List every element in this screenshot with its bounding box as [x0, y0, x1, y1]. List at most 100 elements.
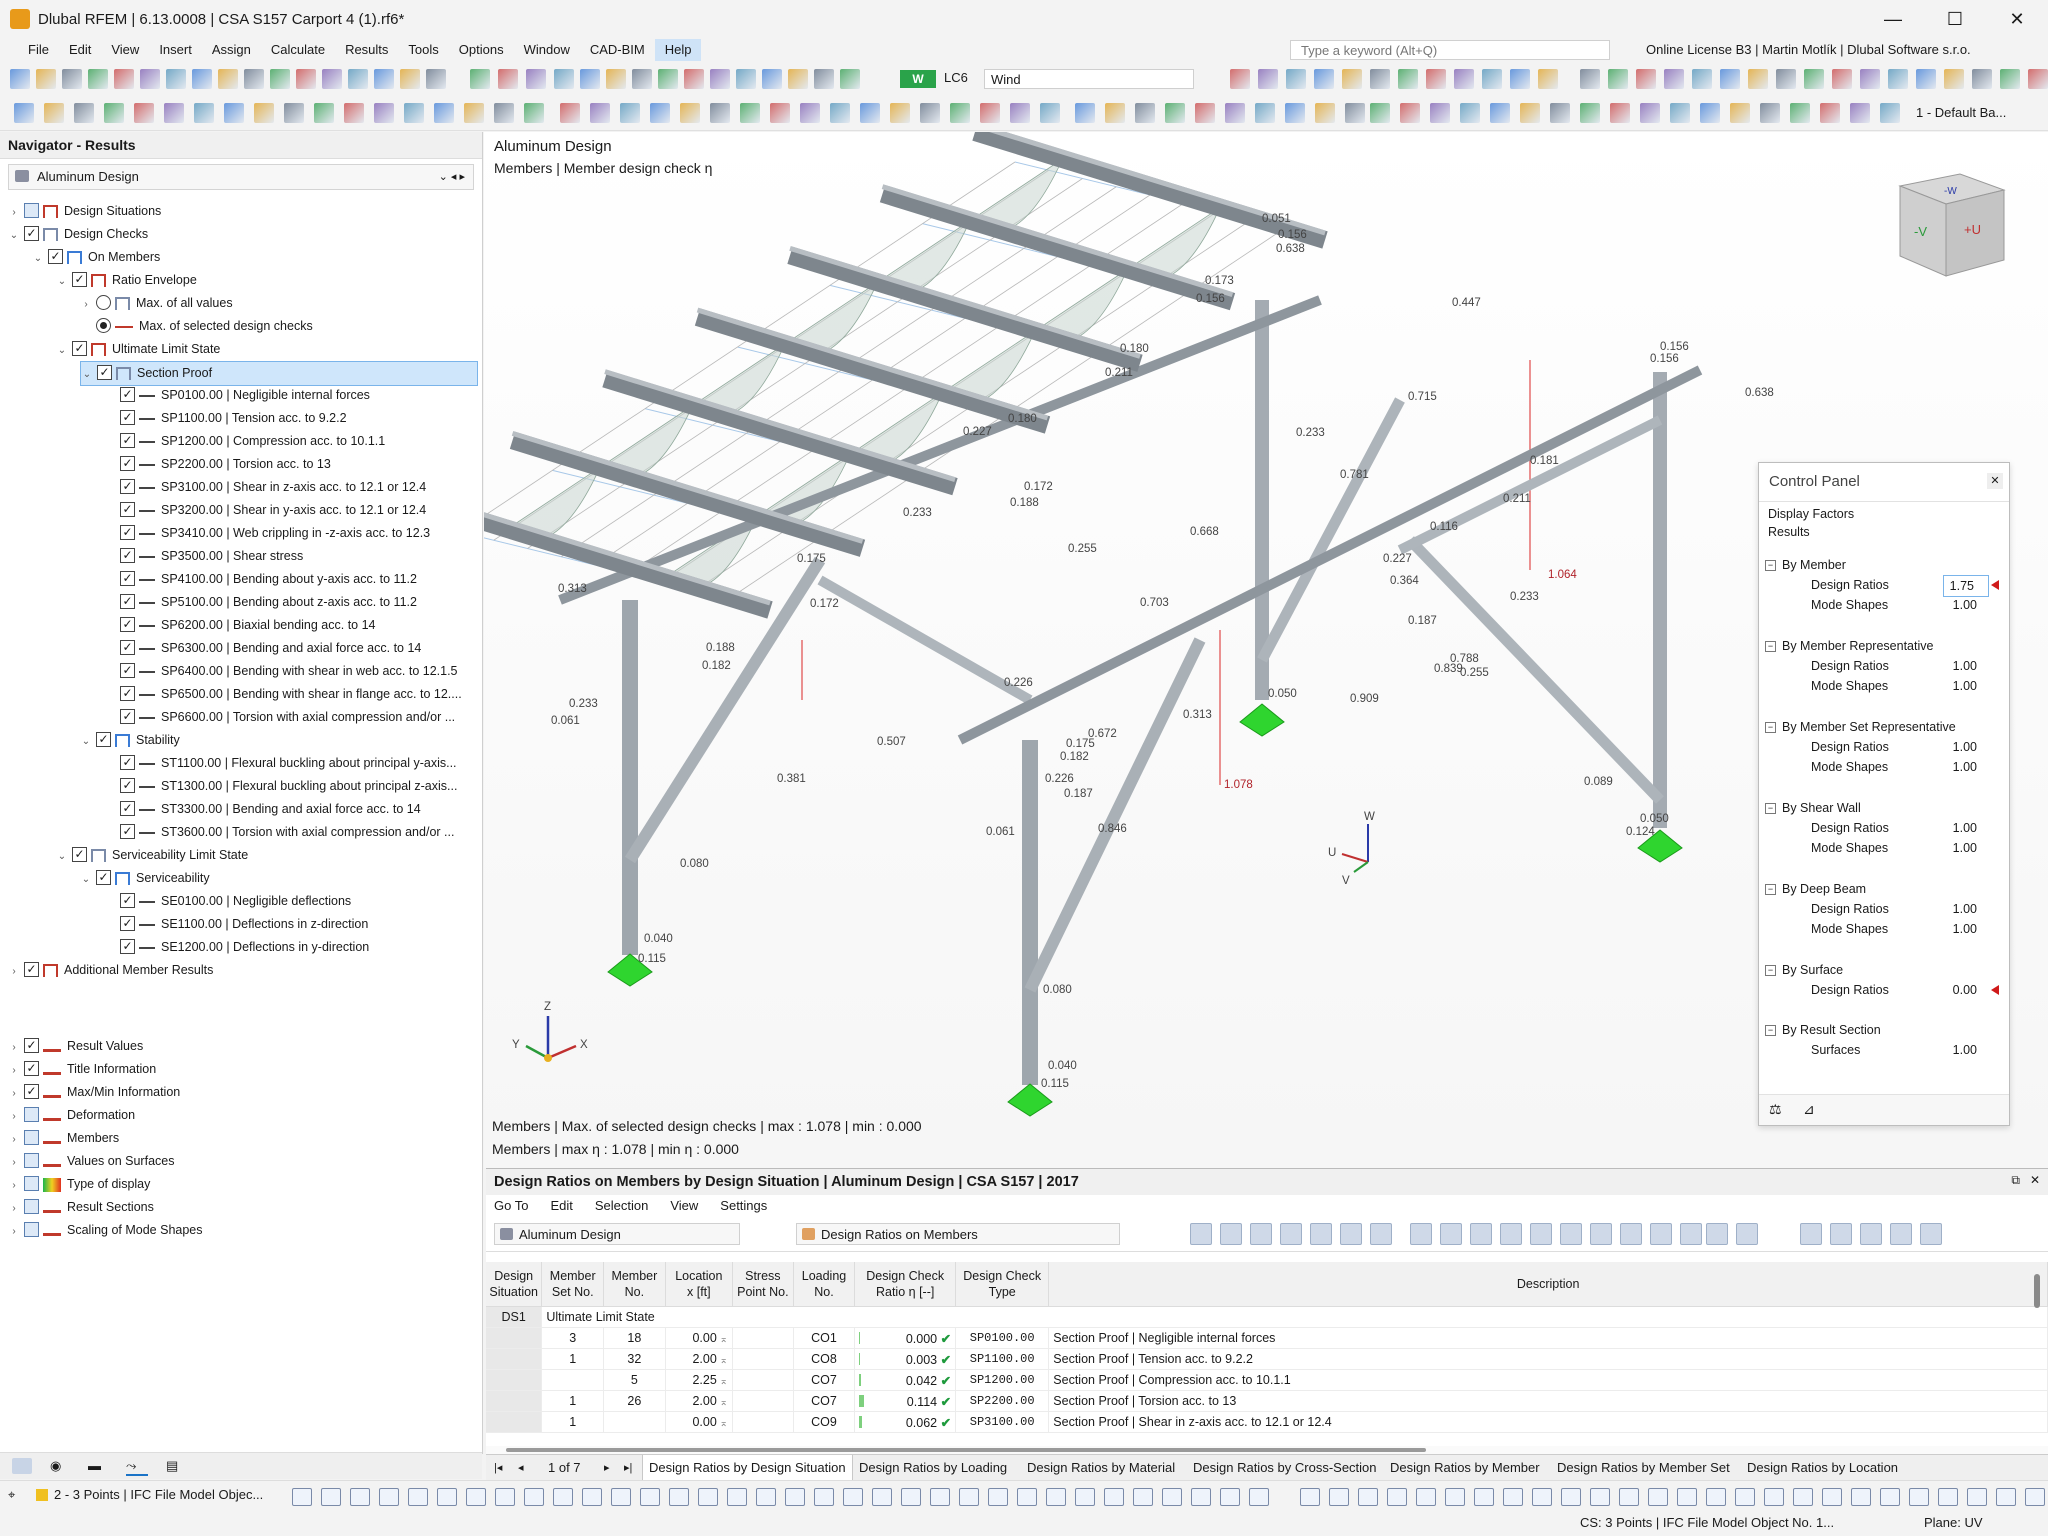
toolbar-tool-icon[interactable]: [1135, 103, 1155, 123]
data-tab-icon[interactable]: [12, 1458, 32, 1474]
collapse-icon[interactable]: −: [1765, 641, 1776, 652]
tree-item[interactable]: SE1100.00 | Deflections in z-direction: [104, 913, 476, 936]
toolbar-tool-icon[interactable]: [114, 69, 134, 89]
toolbar-tool-icon[interactable]: [1400, 103, 1420, 123]
table-row[interactable]: 52.25 ⌅CO70.042 ✔SP1200.00Section Proof …: [486, 1370, 2048, 1391]
toolbar-tool-icon[interactable]: [1748, 69, 1768, 89]
close-icon[interactable]: ✕: [2030, 1173, 2040, 1187]
cp-section[interactable]: −By Member Representative: [1765, 636, 2001, 656]
last-page-icon[interactable]: ▸|: [624, 1461, 632, 1474]
tree-item[interactable]: SP6300.00 | Bending and axial force acc.…: [104, 637, 476, 660]
table-tool-icon[interactable]: [1860, 1223, 1882, 1245]
display-tree-item[interactable]: ›Type of display: [8, 1173, 476, 1196]
toolbar-tool-icon[interactable]: [684, 69, 704, 89]
checkbox[interactable]: [120, 548, 135, 563]
toolbar-tool-icon[interactable]: [244, 69, 264, 89]
tree-item[interactable]: SE1200.00 | Deflections in y-direction: [104, 936, 476, 959]
toolbar-tool-icon[interactable]: [1454, 69, 1474, 89]
menu-window[interactable]: Window: [514, 39, 580, 61]
res-menu-selection[interactable]: Selection: [595, 1195, 648, 1217]
snap-tool-icon[interactable]: [988, 1488, 1008, 1506]
toolbar-tool-icon[interactable]: [840, 69, 860, 89]
snap-tool-icon[interactable]: [872, 1488, 892, 1506]
toolbar-tool-icon[interactable]: [762, 69, 782, 89]
toolbar-tool-icon[interactable]: [736, 69, 756, 89]
expand-right-icon[interactable]: ›: [8, 1036, 20, 1058]
cp-section[interactable]: −By Surface: [1765, 960, 2001, 980]
snap-tool-icon[interactable]: [1996, 1488, 2016, 1506]
snap-tool-icon[interactable]: [1329, 1488, 1349, 1506]
snap-tool-icon[interactable]: [756, 1488, 776, 1506]
toolbar-tool-icon[interactable]: [1640, 103, 1660, 123]
table-tool-icon[interactable]: [1530, 1223, 1552, 1245]
checkbox[interactable]: [48, 249, 63, 264]
tree-item[interactable]: SP3500.00 | Shear stress: [104, 545, 476, 568]
tree-item[interactable]: ⌄Ultimate Limit State: [56, 338, 476, 361]
results-tab[interactable]: Design Ratios by Design Situation: [642, 1455, 853, 1482]
view-select[interactable]: 1 - Default Ba...: [1916, 103, 2032, 123]
support-icon[interactable]: [1240, 704, 1284, 736]
snap-tool-icon[interactable]: [466, 1488, 486, 1506]
camera-icon[interactable]: ▬: [88, 1458, 108, 1474]
table-tool-icon[interactable]: [1830, 1223, 1852, 1245]
toolbar-tool-icon[interactable]: [770, 103, 790, 123]
tree-item[interactable]: SE0100.00 | Negligible deflections: [104, 890, 476, 913]
table-tool-icon[interactable]: [1620, 1223, 1642, 1245]
toolbar-tool-icon[interactable]: [590, 103, 610, 123]
toolbar-tool-icon[interactable]: [1880, 103, 1900, 123]
snap-tool-icon[interactable]: [1590, 1488, 1610, 1506]
display-tree-item[interactable]: ›Title Information: [8, 1058, 476, 1081]
toolbar-tool-icon[interactable]: [1944, 69, 1964, 89]
toolbar-tool-icon[interactable]: [890, 103, 910, 123]
table-row[interactable]: 1262.00 ⌅CO70.114 ✔SP2200.00Section Proo…: [486, 1391, 2048, 1412]
tree-item[interactable]: SP2200.00 | Torsion acc. to 13: [104, 453, 476, 476]
toolbar-tool-icon[interactable]: [1225, 103, 1245, 123]
toolbar-tool-icon[interactable]: [1370, 103, 1390, 123]
expand-right-icon[interactable]: ›: [8, 201, 20, 223]
expand-right-icon[interactable]: ›: [8, 1128, 20, 1150]
table-tool-icon[interactable]: [1470, 1223, 1492, 1245]
toolbar-tool-icon[interactable]: [254, 103, 274, 123]
toolbar-tool-icon[interactable]: [554, 69, 574, 89]
table-tool-icon[interactable]: [1190, 1223, 1212, 1245]
snap-tool-icon[interactable]: [408, 1488, 428, 1506]
table-tool-icon[interactable]: [1706, 1223, 1728, 1245]
snap-tool-icon[interactable]: [379, 1488, 399, 1506]
snap-tool-icon[interactable]: [1075, 1488, 1095, 1506]
toolbar-tool-icon[interactable]: [860, 103, 880, 123]
toolbar-tool-icon[interactable]: [1580, 69, 1600, 89]
toolbar-tool-icon[interactable]: [1720, 69, 1740, 89]
column-header[interactable]: Member No.: [604, 1262, 666, 1307]
display-tree-item[interactable]: ›Result Values: [8, 1035, 476, 1058]
expand-right-icon[interactable]: ›: [8, 1105, 20, 1127]
display-tree-item[interactable]: ›Values on Surfaces: [8, 1150, 476, 1173]
checkbox[interactable]: [120, 663, 135, 678]
checkbox[interactable]: [96, 732, 111, 747]
expand-right-icon[interactable]: ›: [8, 1151, 20, 1173]
tree-item[interactable]: SP1100.00 | Tension acc. to 9.2.2: [104, 407, 476, 430]
snap-tool-icon[interactable]: [2025, 1488, 2045, 1506]
toolbar-tool-icon[interactable]: [218, 69, 238, 89]
checkbox[interactable]: [120, 571, 135, 586]
toolbar-tool-icon[interactable]: [680, 103, 700, 123]
snap-tool-icon[interactable]: [1735, 1488, 1755, 1506]
table-tool-icon[interactable]: [1280, 1223, 1302, 1245]
cp-factor-input[interactable]: 1.00: [1953, 838, 1977, 858]
checkbox[interactable]: [72, 272, 87, 287]
tree-item[interactable]: ⌄Serviceability Limit State: [56, 844, 476, 867]
menu-edit[interactable]: Edit: [59, 39, 101, 61]
column-header[interactable]: Design Situation: [486, 1262, 542, 1307]
checkbox[interactable]: [120, 410, 135, 425]
checkbox[interactable]: [24, 203, 39, 218]
toolbar-tool-icon[interactable]: [788, 69, 808, 89]
expand-right-icon[interactable]: ›: [8, 1197, 20, 1219]
table-tool-icon[interactable]: [1736, 1223, 1758, 1245]
results-module-select[interactable]: Aluminum Design: [494, 1223, 740, 1245]
checkbox[interactable]: [24, 1153, 39, 1168]
maximize-button[interactable]: ☐: [1924, 0, 1986, 38]
toolbar-tool-icon[interactable]: [464, 103, 484, 123]
toolbar-tool-icon[interactable]: [1860, 69, 1880, 89]
selection-select[interactable]: 2 - 3 Points | IFC File Model Objec...: [54, 1487, 274, 1502]
toolbar-tool-icon[interactable]: [1664, 69, 1684, 89]
radio-button[interactable]: [96, 318, 111, 333]
